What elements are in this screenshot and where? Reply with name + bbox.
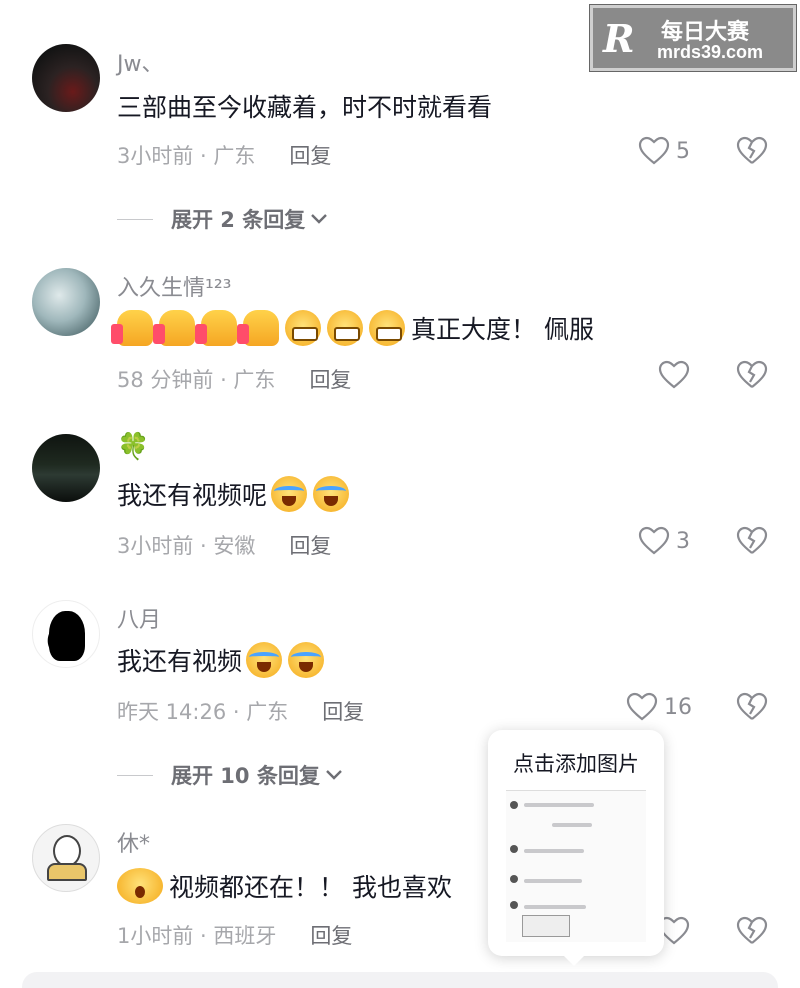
heart-outline-icon bbox=[638, 526, 670, 555]
comment-meta: 3小时前 · 广东 回复 bbox=[117, 140, 331, 170]
divider bbox=[117, 774, 153, 776]
avatar[interactable] bbox=[32, 824, 100, 892]
screenshot-thumbnail[interactable] bbox=[506, 790, 646, 942]
expand-label: 展开 10 条回复 bbox=[171, 764, 320, 788]
thumb-avatar bbox=[510, 901, 518, 909]
divider bbox=[117, 218, 153, 220]
add-image-popup[interactable]: 点击添加图片 bbox=[488, 730, 664, 966]
like-button[interactable]: 3 bbox=[638, 526, 690, 556]
crying-face-icon bbox=[288, 642, 325, 678]
comment-text-content: 我还有视频 bbox=[117, 647, 243, 676]
heart-outline-icon bbox=[638, 136, 670, 165]
avatar[interactable] bbox=[32, 600, 100, 668]
like-count: 16 bbox=[664, 694, 692, 720]
avatar[interactable] bbox=[32, 434, 100, 502]
thumb-avatar bbox=[510, 845, 518, 853]
reply-button[interactable]: 回复 bbox=[322, 696, 364, 726]
comment-text: 我还有视频 bbox=[117, 642, 330, 678]
comment-author[interactable]: 入久生情¹²³ bbox=[117, 270, 231, 302]
chevron-down-icon bbox=[326, 770, 342, 780]
broken-heart-icon[interactable] bbox=[736, 692, 768, 722]
heart-outline-icon bbox=[658, 360, 690, 389]
expand-label: 展开 2 条回复 bbox=[171, 208, 306, 232]
thumb-text-line bbox=[524, 879, 582, 883]
comment-text: 真正大度！ 佩服 bbox=[111, 310, 594, 346]
comment-text: 视频都还在！！ 我也喜欢 bbox=[117, 868, 452, 904]
broken-heart-icon[interactable] bbox=[736, 916, 768, 946]
heart-outline-icon bbox=[626, 692, 658, 721]
comment-input-bar[interactable] bbox=[22, 972, 778, 988]
crying-face-icon bbox=[313, 476, 350, 512]
like-button[interactable]: 16 bbox=[626, 692, 692, 722]
crying-face-icon bbox=[246, 642, 283, 678]
comment-time-location: 昨天 14:26 · 广东 bbox=[117, 700, 289, 724]
thumb-image bbox=[522, 915, 570, 937]
broken-heart-icon[interactable] bbox=[736, 526, 768, 556]
popup-title: 点击添加图片 bbox=[513, 752, 639, 776]
thumb-text-line bbox=[524, 849, 584, 853]
avatar-body bbox=[47, 863, 87, 881]
comment-text-content: 视频都还在！！ 我也喜欢 bbox=[169, 873, 452, 902]
reply-button[interactable]: 回复 bbox=[310, 920, 352, 950]
comment-author[interactable]: 休* bbox=[117, 826, 150, 858]
comment-time-location: 1小时前 · 西班牙 bbox=[117, 924, 277, 948]
thumb-avatar bbox=[510, 801, 518, 809]
thumb-text-line bbox=[524, 905, 586, 909]
reply-button[interactable]: 回复 bbox=[289, 140, 331, 170]
comment-text: 三部曲至今收藏着，时不时就看看 bbox=[117, 93, 493, 122]
like-button[interactable]: 5 bbox=[638, 136, 690, 166]
reply-button[interactable]: 回复 bbox=[309, 364, 351, 394]
comment-meta: 1小时前 · 西班牙 回复 bbox=[117, 920, 352, 950]
comment-author[interactable]: 🍀 bbox=[117, 432, 149, 462]
comment-author[interactable]: Jw、 bbox=[117, 46, 163, 78]
grin-icon bbox=[285, 310, 321, 346]
comment-meta: 昨天 14:26 · 广东 回复 bbox=[117, 696, 364, 726]
comment-time-location: 3小时前 · 广东 bbox=[117, 144, 256, 168]
expand-replies[interactable]: 展开 2 条回复 bbox=[117, 204, 329, 234]
broken-heart-icon[interactable] bbox=[736, 136, 768, 166]
thumbs-up-icon bbox=[153, 310, 195, 346]
comment-time-location: 58 分钟前 · 广东 bbox=[117, 368, 276, 392]
thumbs-up-icon bbox=[237, 310, 279, 346]
thumb-text-line bbox=[552, 823, 592, 827]
like-count: 3 bbox=[676, 528, 690, 554]
comment-meta: 58 分钟前 · 广东 回复 bbox=[117, 364, 351, 394]
comment-meta: 3小时前 · 安徽 回复 bbox=[117, 530, 331, 560]
comment-author[interactable]: 八月 bbox=[117, 602, 161, 634]
comment-text: 我还有视频呢 bbox=[117, 476, 355, 512]
watermark-url: mrds39.com bbox=[657, 42, 764, 62]
watermark-r: R bbox=[603, 16, 635, 61]
avatar[interactable] bbox=[32, 44, 100, 112]
watermark-logo: R 每日大赛 mrds39.com bbox=[589, 4, 797, 72]
surprised-face-icon bbox=[117, 868, 163, 904]
comment-text-content: 真正大度！ 佩服 bbox=[411, 315, 594, 344]
reply-button[interactable]: 回复 bbox=[289, 530, 331, 560]
chevron-down-icon bbox=[311, 214, 328, 224]
grin-icon bbox=[369, 310, 405, 346]
avatar-silhouette bbox=[49, 611, 85, 661]
thumbs-up-icon bbox=[111, 310, 153, 346]
comment-text-content: 我还有视频呢 bbox=[117, 481, 268, 510]
expand-replies[interactable]: 展开 10 条回复 bbox=[117, 760, 344, 790]
thumbs-up-icon bbox=[195, 310, 237, 346]
thumb-text-line bbox=[524, 803, 594, 807]
thumb-avatar bbox=[510, 875, 518, 883]
broken-heart-icon[interactable] bbox=[736, 360, 768, 390]
like-count: 5 bbox=[676, 138, 690, 164]
crying-face-icon bbox=[271, 476, 308, 512]
avatar[interactable] bbox=[32, 268, 100, 336]
comment-time-location: 3小时前 · 安徽 bbox=[117, 534, 256, 558]
grin-icon bbox=[327, 310, 363, 346]
like-button[interactable] bbox=[658, 360, 690, 390]
